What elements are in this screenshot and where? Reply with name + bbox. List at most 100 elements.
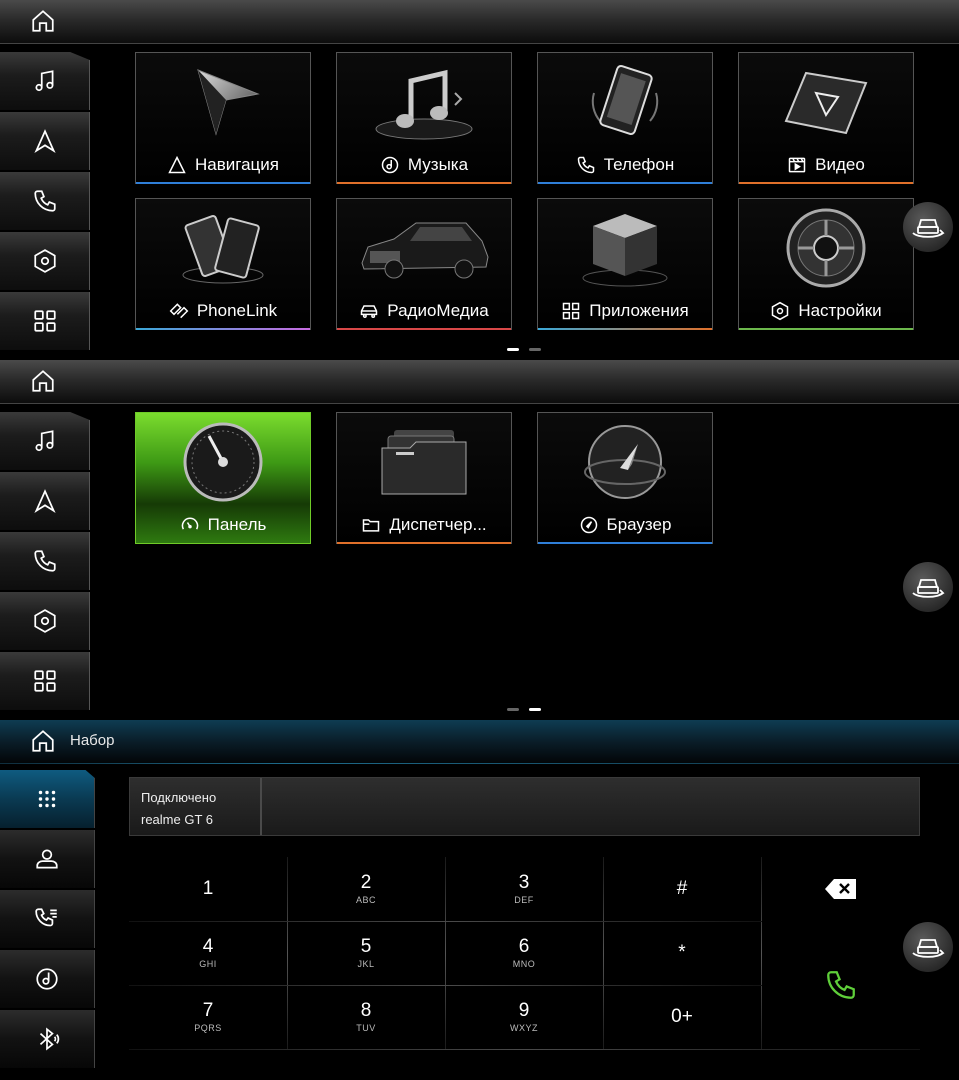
tab-keypad[interactable] [0, 770, 95, 828]
home-icon[interactable] [30, 8, 56, 34]
tile-video[interactable]: Видео [738, 52, 914, 184]
tab-bluetooth[interactable] [0, 1010, 95, 1068]
tile-music[interactable]: Музыка [336, 52, 512, 184]
tile-browser[interactable]: Браузер [537, 412, 713, 544]
page-title: Набор [70, 732, 115, 749]
tile-label: Музыка [337, 153, 511, 177]
key-digit: # [676, 878, 688, 899]
sidebar-item-phone[interactable] [0, 172, 90, 230]
key-letters: GHI [199, 959, 217, 969]
car-view-button[interactable] [903, 202, 953, 252]
sidebar-item-music[interactable] [0, 412, 90, 470]
key-5[interactable]: 5 JKL [287, 921, 445, 985]
tile-label: Браузер [538, 513, 712, 537]
connection-status: Подключено realme GT 6 [129, 777, 920, 836]
side-navigation [0, 52, 90, 352]
navigation-arrow-icon [33, 129, 56, 153]
tile-label-text: РадиоМедиа [387, 301, 489, 320]
tab-contacts[interactable] [0, 830, 95, 888]
key-digit: 7 [202, 1000, 214, 1021]
page-dot-active[interactable] [529, 708, 541, 711]
car-icon [361, 305, 378, 318]
car-view-button[interactable] [903, 922, 953, 972]
settings-icon [772, 301, 789, 321]
backspace-button[interactable] [762, 857, 920, 921]
call-log-icon [35, 908, 57, 927]
key-hash[interactable]: # [603, 857, 761, 921]
sidebar-item-apps[interactable] [0, 292, 90, 350]
device-name: realme GT 6 [141, 812, 214, 827]
sidebar-item-settings[interactable] [0, 232, 90, 290]
tile-file-manager[interactable]: Диспетчер... [336, 412, 512, 544]
page-dot[interactable] [529, 348, 541, 351]
home-icon[interactable] [30, 728, 56, 754]
tile-label-text: Приложения [589, 301, 689, 320]
car-view-button[interactable] [903, 562, 953, 612]
tile-accent-line [538, 182, 712, 184]
device-info: Подключено realme GT 6 [130, 778, 262, 835]
tile-apps[interactable]: Приложения [537, 198, 713, 330]
compass-art-icon [538, 421, 712, 503]
key-1[interactable]: 1 [129, 857, 287, 921]
key-2[interactable]: 2 ABC [287, 857, 445, 921]
tile-label: Настройки [739, 299, 913, 323]
tile-label: Диспетчер... [337, 513, 511, 537]
tile-accent-line [136, 182, 310, 184]
tile-phone[interactable]: Телефон [537, 52, 713, 184]
key-3[interactable]: 3 DEF [445, 857, 603, 921]
navigation-icon [168, 155, 186, 174]
tab-call-log[interactable] [0, 890, 95, 948]
sidebar-item-apps[interactable] [0, 652, 90, 710]
car-art-icon [337, 207, 511, 289]
tile-label: Навигация [136, 153, 310, 177]
tab-music[interactable] [0, 950, 95, 1008]
sidebar-item-settings[interactable] [0, 592, 90, 650]
key-7[interactable]: 7 PQRS [129, 985, 287, 1049]
speedometer-art-icon [136, 421, 310, 503]
phonelink-icon [169, 303, 189, 319]
video-art-icon [739, 61, 913, 143]
tile-dashboard[interactable]: Панель [135, 412, 311, 544]
page-dot[interactable] [507, 708, 519, 711]
key-digit: 3 [518, 872, 530, 893]
tile-label: Телефон [538, 153, 712, 177]
contact-icon [36, 849, 58, 869]
key-letters: JKL [357, 959, 375, 969]
tile-label-text: Диспетчер... [389, 515, 487, 534]
phonelink-art-icon [136, 207, 310, 289]
phone-icon [577, 156, 594, 174]
key-9[interactable]: 9 WXYZ [445, 985, 603, 1049]
key-letters: DEF [514, 895, 534, 905]
key-digit: 8 [360, 1000, 372, 1021]
sidebar-item-phone[interactable] [0, 532, 90, 590]
tile-settings[interactable]: Настройки [738, 198, 914, 330]
sidebar-item-music[interactable] [0, 52, 90, 110]
page-dot-active[interactable] [507, 348, 519, 351]
sidebar-item-navigation[interactable] [0, 112, 90, 170]
home-screen-page-1: Навигация Музыка Телефон Видео PhoneLink… [0, 0, 959, 360]
sidebar-item-navigation[interactable] [0, 472, 90, 530]
apps-grid-icon [33, 310, 56, 332]
tile-navigation[interactable]: Навигация [135, 52, 311, 184]
tile-label: Приложения [538, 299, 712, 323]
tile-accent-line [337, 182, 511, 184]
settings-hexagon-icon [33, 609, 56, 633]
tile-radiomedia[interactable]: РадиоМедиа [336, 198, 512, 330]
key-8[interactable]: 8 TUV [287, 985, 445, 1049]
key-letters: PQRS [194, 1023, 222, 1033]
call-button[interactable] [762, 921, 920, 1049]
settings-hexagon-icon [33, 249, 56, 273]
tile-accent-line [337, 328, 511, 330]
home-icon[interactable] [30, 368, 56, 394]
tile-accent-line [538, 542, 712, 544]
key-4[interactable]: 4 GHI [129, 921, 287, 985]
key-6[interactable]: 6 MNO [445, 921, 603, 985]
key-star[interactable]: * [603, 921, 761, 985]
key-0-plus[interactable]: 0+ [603, 985, 761, 1049]
tile-accent-line [739, 182, 913, 184]
key-digit: 9 [518, 1000, 530, 1021]
speedometer-icon [181, 517, 198, 530]
backspace-icon [825, 879, 856, 899]
tile-phonelink[interactable]: PhoneLink [135, 198, 311, 330]
car-rotate-icon [912, 219, 945, 238]
